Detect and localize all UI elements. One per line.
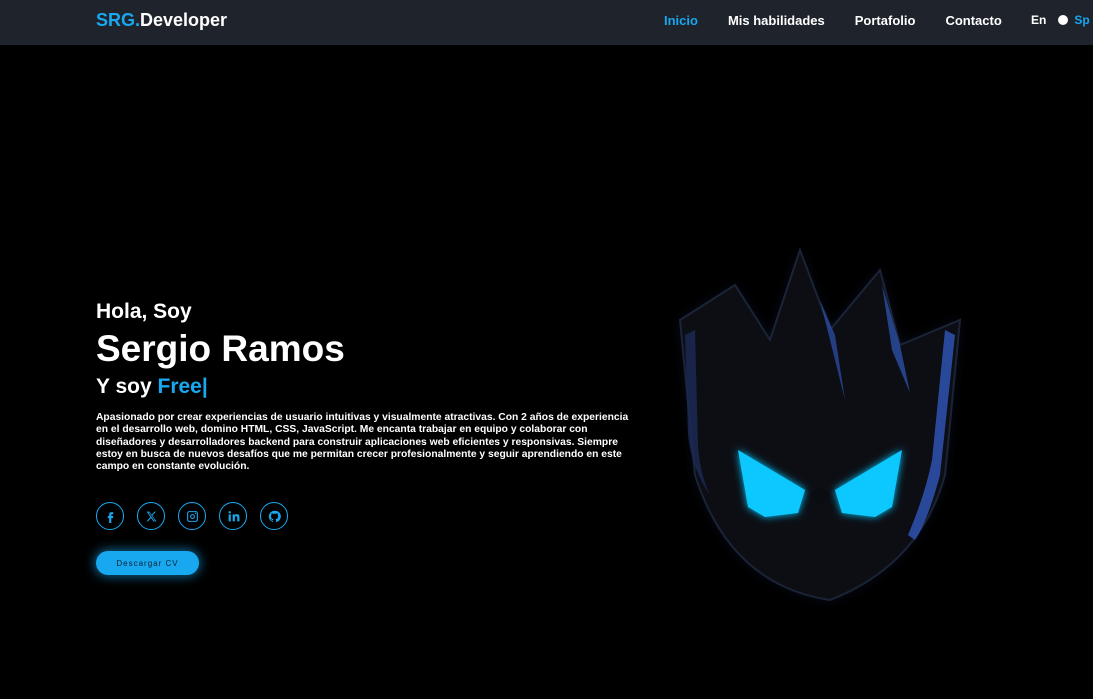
- hero-role: Y soy Free|: [96, 375, 641, 399]
- lang-option-sp[interactable]: Sp: [1074, 13, 1089, 27]
- linkedin-icon: [228, 510, 239, 521]
- main-nav: Inicio Mis habilidades Portafolio Contac…: [664, 13, 1002, 28]
- lang-option-en[interactable]: En: [1031, 13, 1046, 27]
- nav-link-portafolio[interactable]: Portafolio: [855, 13, 916, 28]
- x-twitter-icon: [146, 511, 156, 521]
- site-logo[interactable]: SRG.Developer: [96, 10, 227, 31]
- facebook-icon: [107, 511, 113, 523]
- facebook-link[interactable]: [96, 502, 124, 530]
- github-link[interactable]: [260, 502, 288, 530]
- nav-link-mis-habilidades[interactable]: Mis habilidades: [728, 13, 825, 28]
- top-navbar: SRG.Developer Inicio Mis habilidades Por…: [0, 0, 1093, 45]
- logo-accent: SRG.: [96, 10, 141, 30]
- linkedin-link[interactable]: [219, 502, 247, 530]
- mascot-illustration: [678, 247, 962, 602]
- language-switch: En Sp: [1031, 13, 1090, 27]
- role-typed-text: Free|: [157, 374, 208, 398]
- social-links: [96, 502, 288, 530]
- hero-greeting: Hola, Soy: [96, 300, 192, 323]
- logo-text: Developer: [140, 10, 228, 30]
- nav-link-contacto[interactable]: Contacto: [945, 13, 1001, 28]
- instagram-link[interactable]: [178, 502, 206, 530]
- hero-intro: Hola, Soy Sergio Ramos Y soy Free| Apasi…: [96, 300, 641, 474]
- lang-toggle-knob[interactable]: [1058, 15, 1069, 25]
- download-cv-button[interactable]: Descargar CV: [96, 551, 199, 575]
- nav-link-inicio[interactable]: Inicio: [664, 13, 698, 28]
- github-icon: [268, 510, 281, 522]
- hero-name: Sergio Ramos: [96, 328, 345, 369]
- hero-bio: Apasionado por crear experiencias de usu…: [96, 411, 629, 473]
- role-prefix: Y soy: [96, 374, 152, 398]
- x-twitter-link[interactable]: [137, 502, 165, 530]
- instagram-icon: [186, 510, 198, 522]
